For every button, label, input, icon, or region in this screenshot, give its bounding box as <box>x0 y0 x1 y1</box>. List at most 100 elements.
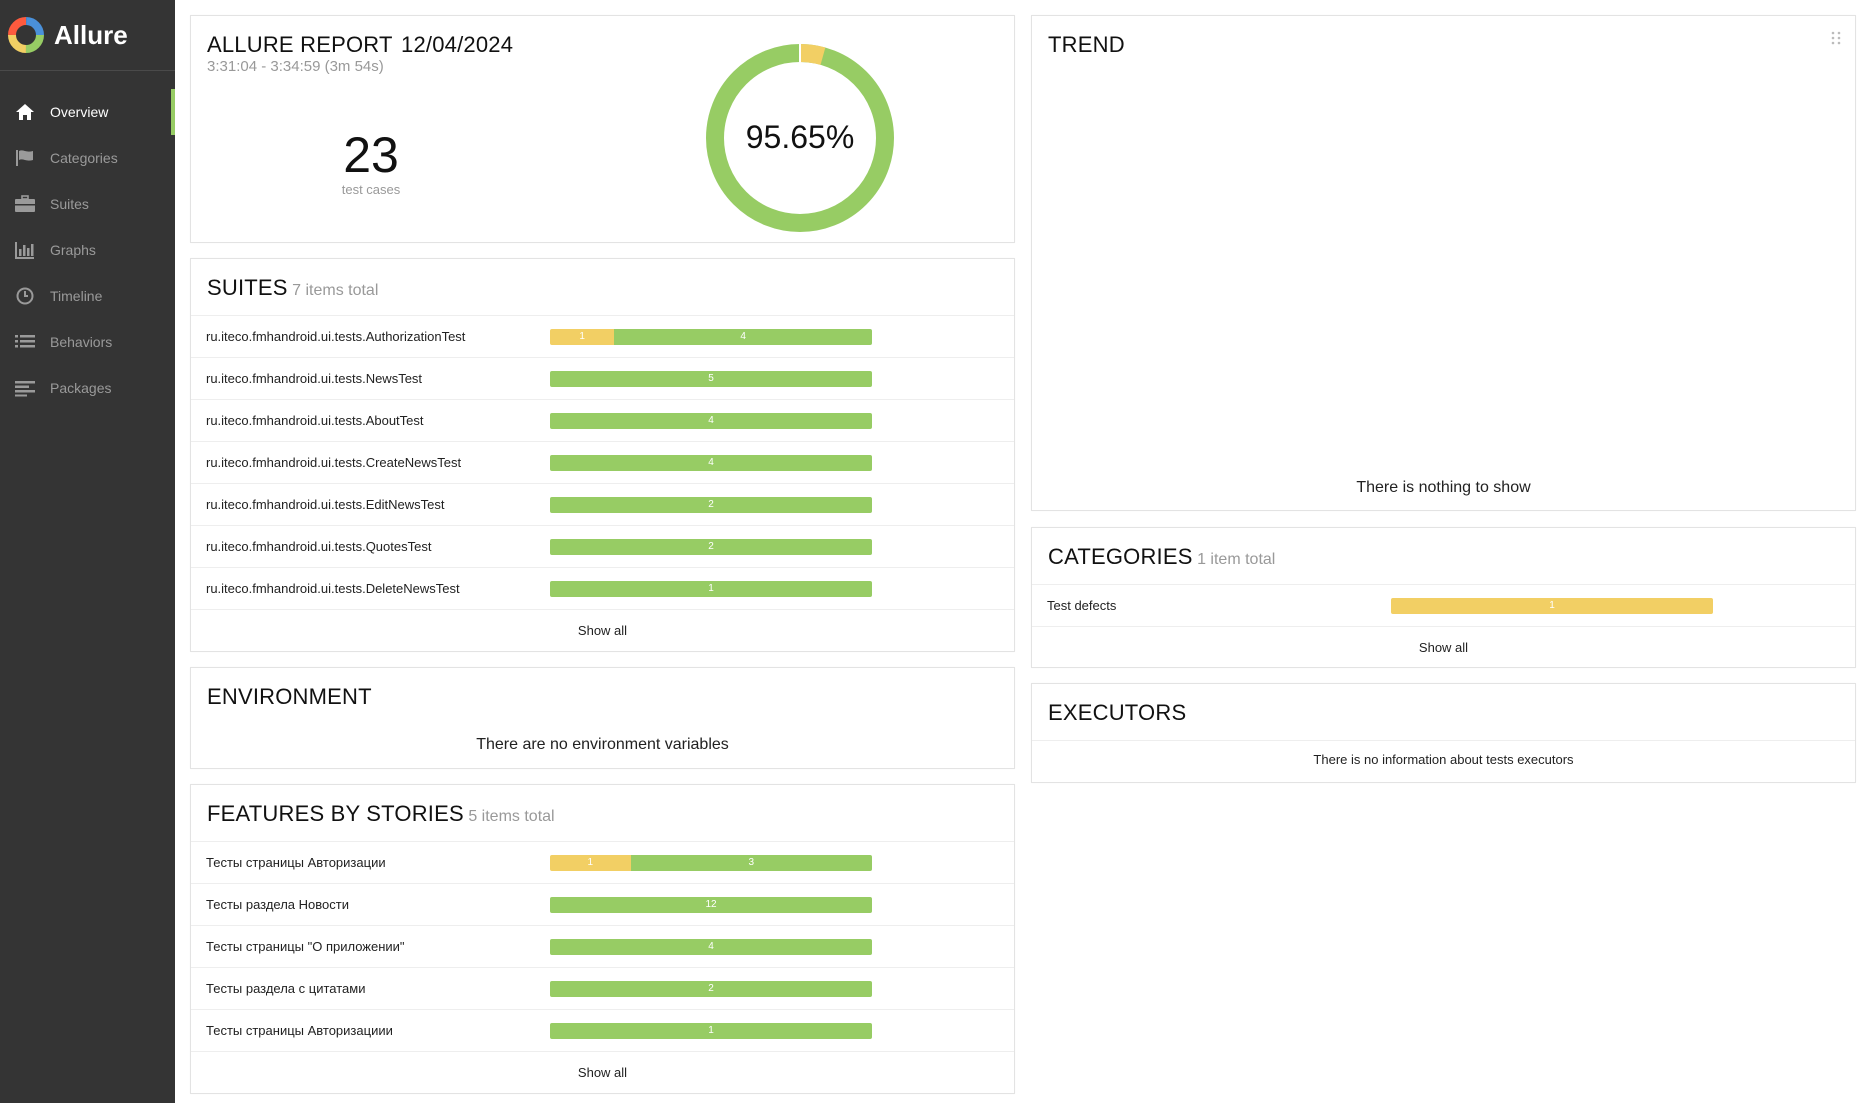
list-item[interactable]: ru.iteco.fmhandroid.ui.tests.NewsTest 5 <box>191 358 1014 400</box>
sidebar-item-overview[interactable]: Overview <box>0 89 175 135</box>
sidebar-item-label: Packages <box>50 380 112 396</box>
sidebar-item-label: Timeline <box>50 288 103 304</box>
main-content: ALLURE REPORT 12/04/2024 3:31:04 - 3:34:… <box>175 0 1859 1103</box>
suites-list: ru.iteco.fmhandroid.ui.tests.Authorizati… <box>191 316 1014 610</box>
status-bar: 2 <box>550 496 872 513</box>
sidebar: Allure Overview Categories Suites Graphs <box>0 0 175 1103</box>
status-bar: 2 <box>550 538 872 555</box>
clock-icon <box>13 286 37 306</box>
categories-title: CATEGORIES <box>1048 544 1193 569</box>
trend-widget: TREND There is nothing to show <box>1031 15 1856 511</box>
report-date: 12/04/2024 <box>401 32 514 57</box>
suites-show-all-link[interactable]: Show all <box>191 610 1014 651</box>
environment-widget: ENVIRONMENT There are no environment var… <box>190 667 1015 769</box>
list-item[interactable]: ru.iteco.fmhandroid.ui.tests.EditNewsTes… <box>191 484 1014 526</box>
passed-segment[interactable]: 1 <box>550 580 872 597</box>
sidebar-item-packages[interactable]: Packages <box>0 365 175 411</box>
align-left-icon <box>13 378 37 398</box>
sidebar-item-suites[interactable]: Suites <box>0 181 175 227</box>
report-time-range: 3:31:04 - 3:34:59 (3m 54s) <box>207 58 384 75</box>
list-item[interactable]: Тесты страницы Авторизации 1 3 <box>191 842 1014 884</box>
item-name: ru.iteco.fmhandroid.ui.tests.NewsTest <box>206 371 423 386</box>
home-icon <box>13 102 37 122</box>
passed-segment[interactable]: 2 <box>550 496 872 513</box>
item-name: ru.iteco.fmhandroid.ui.tests.QuotesTest <box>206 539 432 554</box>
suites-count: 7 items total <box>292 282 379 299</box>
list-item[interactable]: Тесты раздела Новости 12 <box>191 884 1014 926</box>
passed-segment[interactable]: 2 <box>550 538 872 555</box>
features-header: FEATURES BY STORIES 5 items total <box>191 785 1014 842</box>
item-name: Тесты раздела с цитатами <box>206 981 366 996</box>
sidebar-item-label: Categories <box>50 150 118 166</box>
executors-widget: EXECUTORS There is no information about … <box>1031 683 1856 783</box>
status-bar: 1 <box>1391 597 1713 614</box>
status-bar: 12 <box>550 896 872 913</box>
executors-header: EXECUTORS <box>1032 684 1855 741</box>
test-count: 23 <box>343 127 399 183</box>
features-show-all-link[interactable]: Show all <box>191 1052 1014 1093</box>
status-bar: 13 <box>550 854 872 871</box>
item-name: ru.iteco.fmhandroid.ui.tests.CreateNewsT… <box>206 455 462 470</box>
item-name: Тесты страницы Авторизации <box>206 855 386 870</box>
broken-segment[interactable]: 1 <box>550 328 615 345</box>
list-item[interactable]: ru.iteco.fmhandroid.ui.tests.QuotesTest 2 <box>191 526 1014 568</box>
list-item[interactable]: ru.iteco.fmhandroid.ui.tests.DeleteNewsT… <box>191 568 1014 610</box>
passed-segment[interactable]: 12 <box>550 896 872 913</box>
status-bar: 4 <box>550 938 872 955</box>
sidebar-item-graphs[interactable]: Graphs <box>0 227 175 273</box>
item-name: Тесты страницы Авторизациии <box>206 1023 393 1038</box>
test-count-label: test cases <box>341 182 401 197</box>
sidebar-item-timeline[interactable]: Timeline <box>0 273 175 319</box>
sidebar-nav: Overview Categories Suites Graphs Timeli… <box>0 89 175 411</box>
brand[interactable]: Allure <box>0 0 175 71</box>
status-bar: 4 <box>550 412 872 429</box>
list-item[interactable]: ru.iteco.fmhandroid.ui.tests.CreateNewsT… <box>191 442 1014 484</box>
sidebar-item-categories[interactable]: Categories <box>0 135 175 181</box>
passed-segment[interactable]: 2 <box>550 980 872 997</box>
trend-empty-message: There is nothing to show <box>1356 479 1531 496</box>
categories-count: 1 item total <box>1197 551 1276 568</box>
allure-logo-icon <box>8 17 44 53</box>
broken-segment[interactable]: 1 <box>550 854 631 871</box>
list-item[interactable]: Test defects 1 <box>1032 585 1855 627</box>
categories-list: Test defects 1 <box>1032 585 1855 627</box>
passed-segment[interactable]: 4 <box>550 938 872 955</box>
list-item[interactable]: Тесты раздела с цитатами 2 <box>191 968 1014 1010</box>
categories-show-all-link[interactable]: Show all <box>1032 627 1855 668</box>
brand-name: Allure <box>54 19 128 50</box>
bar-chart-icon <box>13 240 37 260</box>
passed-segment[interactable]: 5 <box>550 370 872 387</box>
list-item[interactable]: Тесты страницы "О приложении" 4 <box>191 926 1014 968</box>
suites-widget: SUITES 7 items total ru.iteco.fmhandroid… <box>190 258 1015 652</box>
sidebar-item-label: Behaviors <box>50 334 113 350</box>
sidebar-item-label: Suites <box>50 196 89 212</box>
report-title: ALLURE REPORT <box>207 32 393 57</box>
status-bar: 14 <box>550 328 872 345</box>
sidebar-item-label: Graphs <box>50 242 96 258</box>
status-bar: 4 <box>550 454 872 471</box>
item-name: ru.iteco.fmhandroid.ui.tests.EditNewsTes… <box>206 497 445 512</box>
item-name: ru.iteco.fmhandroid.ui.tests.Authorizati… <box>206 329 466 344</box>
broken-segment[interactable]: 1 <box>1391 597 1713 614</box>
status-bar: 2 <box>550 980 872 997</box>
success-rate-percent: 95.65% <box>745 119 855 155</box>
categories-widget: CATEGORIES 1 item total Test defects 1 Sh… <box>1031 527 1856 668</box>
briefcase-icon <box>13 194 37 214</box>
passed-segment[interactable]: 4 <box>614 328 872 345</box>
passed-segment[interactable]: 1 <box>550 1022 872 1039</box>
passed-segment[interactable]: 3 <box>630 854 872 871</box>
status-bar: 1 <box>550 1022 872 1039</box>
item-name: ru.iteco.fmhandroid.ui.tests.AboutTest <box>206 413 424 428</box>
item-name: Тесты раздела Новости <box>206 897 349 912</box>
sidebar-item-behaviors[interactable]: Behaviors <box>0 319 175 365</box>
item-name: Тесты страницы "О приложении" <box>206 939 405 954</box>
list-item[interactable]: ru.iteco.fmhandroid.ui.tests.Authorizati… <box>191 316 1014 358</box>
list-item[interactable]: ru.iteco.fmhandroid.ui.tests.AboutTest 4 <box>191 400 1014 442</box>
passed-segment[interactable]: 4 <box>550 454 872 471</box>
list-item[interactable]: Тесты страницы Авторизациии 1 <box>191 1010 1014 1052</box>
summary-widget: ALLURE REPORT 12/04/2024 3:31:04 - 3:34:… <box>190 15 1015 243</box>
drag-handle-icon[interactable] <box>1831 31 1841 45</box>
passed-segment[interactable]: 4 <box>550 412 872 429</box>
item-name: Test defects <box>1047 598 1117 613</box>
sidebar-item-label: Overview <box>50 104 109 120</box>
